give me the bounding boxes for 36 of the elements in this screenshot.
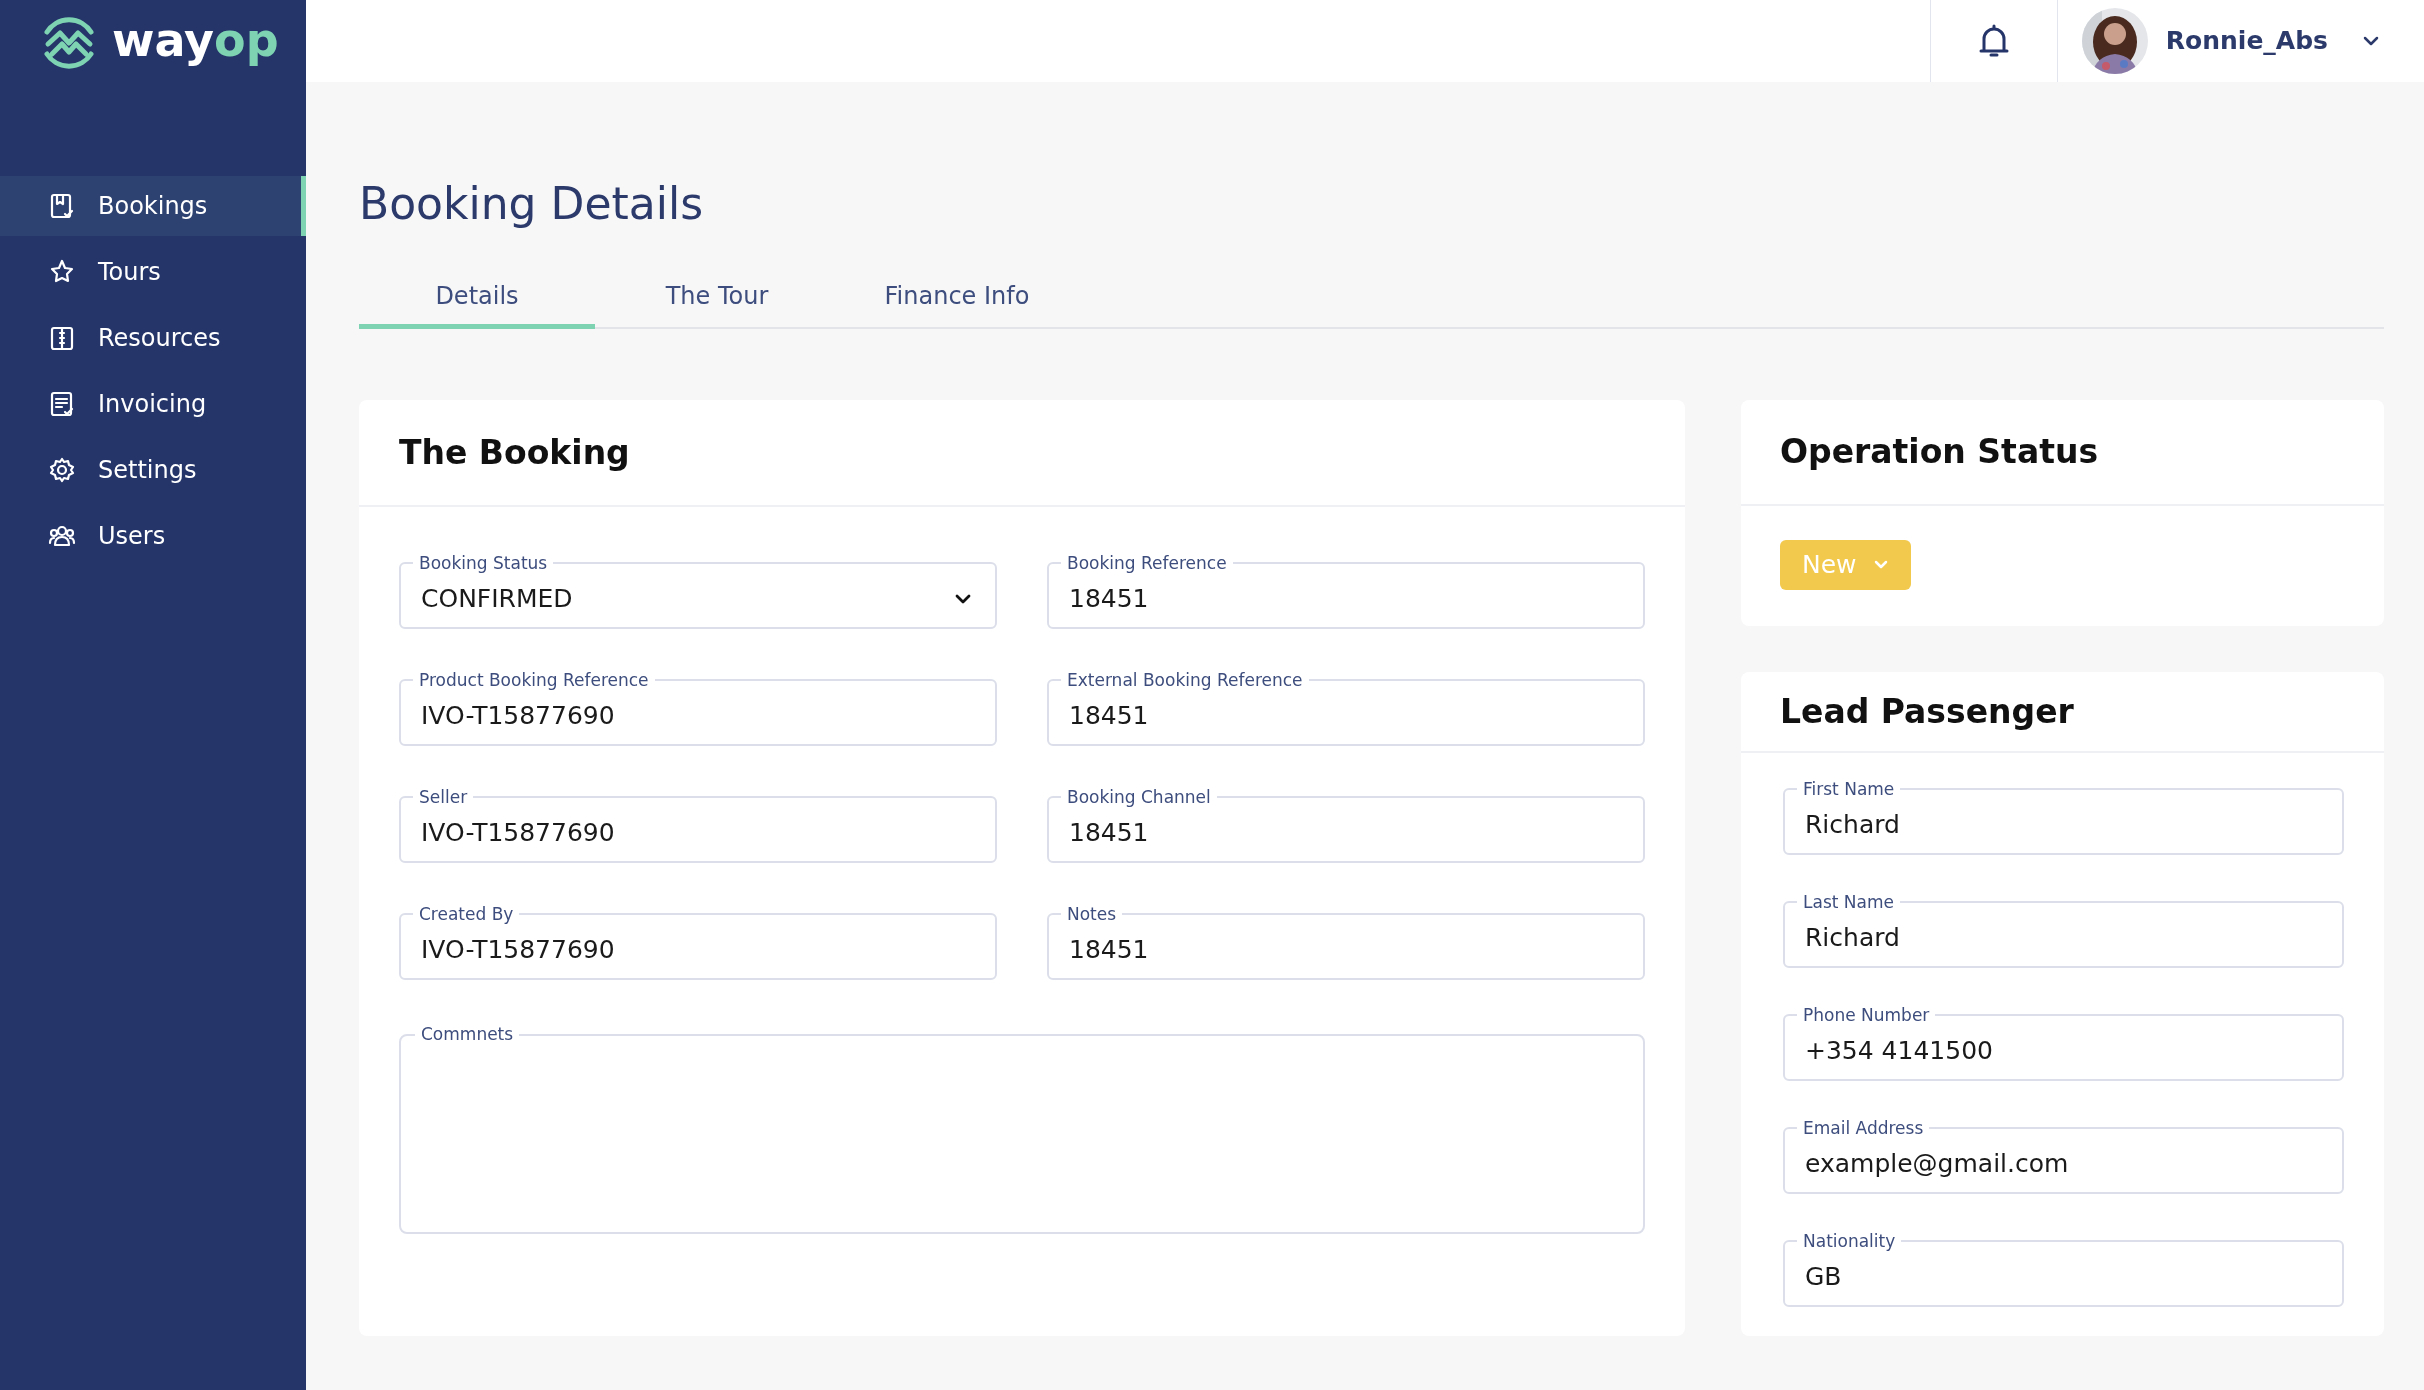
settings-icon <box>48 456 76 484</box>
tab[interactable]: Details <box>359 277 595 329</box>
page-title: Booking Details <box>359 182 705 226</box>
card-title: The Booking <box>399 431 630 474</box>
input-field[interactable]: Booking Channel 18451 <box>1047 787 1645 863</box>
user-name: Ronnie_Abs <box>2165 25 2328 58</box>
input-field[interactable]: Booking Reference 18451 <box>1047 553 1645 629</box>
status-select[interactable]: Booking Status CONFIRMED <box>399 553 997 629</box>
card-title: Operation Status <box>1780 431 2099 474</box>
chevron-down-icon <box>1872 559 1889 571</box>
input-field[interactable]: Last Name Richard <box>1783 892 2344 968</box>
user-menu[interactable]: Ronnie_Abs <box>2057 0 2424 82</box>
ledger-icon <box>48 324 76 352</box>
input-field[interactable]: Created By IVO-T15877690 <box>399 904 997 980</box>
sidebar-item[interactable]: Tours <box>0 242 306 302</box>
sidebar-item[interactable]: Bookings <box>0 176 306 236</box>
input-field[interactable]: Seller IVO-T15877690 <box>399 787 997 863</box>
input-field[interactable]: Email Address example@gmail.com <box>1783 1118 2344 1194</box>
invoice-icon <box>48 390 76 418</box>
card-title: Lead Passenger <box>1780 690 2074 733</box>
tab[interactable]: The Tour <box>595 277 839 329</box>
chevron-down-icon <box>2362 35 2380 47</box>
sidebar-item[interactable]: Users <box>0 506 306 566</box>
input-field[interactable]: External Booking Reference 18451 <box>1047 670 1645 746</box>
input-field[interactable]: Phone Number +354 4141500 <box>1783 1005 2344 1081</box>
chevron-down-icon <box>953 592 973 606</box>
input-field[interactable]: Nationality GB <box>1783 1231 2344 1307</box>
sidebar-item[interactable]: Resources <box>0 308 306 368</box>
sidebar-item[interactable]: Settings <box>0 440 306 500</box>
tab[interactable]: Finance Info <box>839 277 1075 329</box>
sidebar-item[interactable]: Invoicing <box>0 374 306 434</box>
bell-icon[interactable] <box>1978 24 2009 58</box>
input-field[interactable]: Notes 18451 <box>1047 904 1645 980</box>
bookmark-book-icon <box>48 192 76 220</box>
input-field[interactable]: Product Booking Reference IVO-T15877690 <box>399 670 997 746</box>
input-field[interactable]: First Name Richard <box>1783 779 2344 855</box>
